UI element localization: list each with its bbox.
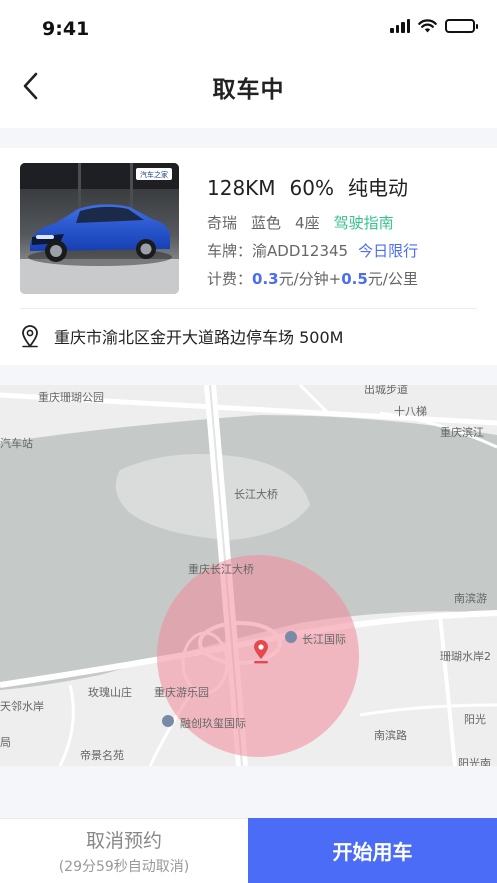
fee-label: 计费：: [207, 270, 253, 288]
plate-label: 车牌：: [207, 242, 253, 260]
map-label: 融创玖玺国际: [180, 717, 246, 730]
map-label: 南滨游: [454, 592, 487, 605]
map-view[interactable]: 重庆珊瑚公园 出城步道 十八梯 重庆滨江 汽车站 长江大桥 重庆长江大桥 南滨游…: [0, 385, 497, 766]
status-time: 9:41: [42, 18, 90, 40]
map-label: 阳光南: [458, 757, 491, 766]
map-label: 天邻水岸: [0, 700, 44, 713]
cancel-reservation-button[interactable]: 取消预约 (29分59秒自动取消): [0, 818, 248, 883]
map-label: 南滨路: [374, 729, 407, 742]
photo-badge: 汽车之家: [140, 170, 168, 179]
map-label: 重庆珊瑚公园: [38, 391, 104, 404]
card-divider: [20, 308, 477, 309]
map-label: 长江大桥: [234, 488, 278, 501]
poi-icon: [162, 715, 174, 727]
map-label: 重庆滨江: [440, 426, 484, 439]
map-label: 汽车站: [0, 437, 33, 450]
map-pin-icon[interactable]: [251, 639, 271, 665]
poi-icon: [285, 631, 297, 643]
map-label: 局: [0, 736, 11, 749]
car-spec-row: 奇瑞 蓝色 4座 驾驶指南: [207, 212, 394, 233]
car-info-card: 汽车之家 128KM 60% 纯电动 奇瑞 蓝色 4座 驾驶指南 车牌：渝ADD12345…: [0, 148, 497, 365]
map-label: 帝景名苑: [80, 749, 124, 762]
cancel-countdown: (29分59秒自动取消): [58, 859, 190, 875]
start-using-car-button[interactable]: 开始用车: [248, 818, 497, 883]
map-label: 玫瑰山庄: [88, 686, 132, 699]
map-label: 阳光: [464, 713, 486, 726]
car-battery: 60%: [289, 176, 334, 200]
map-label: 十八梯: [394, 405, 427, 418]
nav-bar: 取车中: [0, 56, 497, 128]
pickup-address: 重庆市渝北区金开大道路边停车场 500M: [54, 328, 344, 347]
car-brand: 奇瑞: [207, 214, 238, 232]
signal-icon: [390, 19, 410, 33]
car-color: 蓝色: [251, 214, 282, 232]
car-headline: 128KM 60% 纯电动: [207, 172, 408, 201]
map-label: 重庆游乐园: [154, 686, 209, 699]
car-power-type: 纯电动: [348, 176, 408, 200]
map-label: 出城步道: [364, 385, 408, 396]
car-seats: 4座: [295, 214, 320, 232]
status-icons: [390, 19, 478, 33]
fee-per-min-unit: 元/分钟+: [278, 270, 342, 288]
car-photo: 汽车之家: [20, 163, 179, 294]
fee-row: 计费：0.3元/分钟+0.5元/公里: [207, 268, 418, 289]
page-title: 取车中: [212, 77, 285, 103]
car-range: 128KM: [207, 176, 276, 200]
battery-icon: [445, 19, 478, 33]
cancel-label: 取消预约: [85, 830, 162, 852]
fee-per-min-value: 0.3: [252, 270, 279, 288]
status-bar: 9:41: [0, 0, 497, 56]
driving-guide-link[interactable]: 驾驶指南: [334, 214, 394, 232]
pickup-location[interactable]: 重庆市渝北区金开大道路边停车场 500M: [20, 320, 343, 352]
fee-per-km-unit: 元/公里: [367, 270, 418, 288]
plate-number: 渝ADD12345: [252, 242, 349, 260]
bottom-action-bar: 取消预约 (29分59秒自动取消) 开始用车: [0, 818, 497, 883]
wifi-icon: [418, 19, 437, 33]
location-pin-icon: [22, 325, 38, 348]
map-label: 重庆长江大桥: [188, 563, 254, 576]
map-label: 长江国际: [302, 633, 346, 646]
map-label: 珊瑚水岸2: [440, 650, 491, 663]
fee-per-km-value: 0.5: [341, 270, 368, 288]
car-plate-row: 车牌：渝ADD12345 今日限行: [207, 240, 418, 261]
restriction-link[interactable]: 今日限行: [358, 242, 418, 260]
